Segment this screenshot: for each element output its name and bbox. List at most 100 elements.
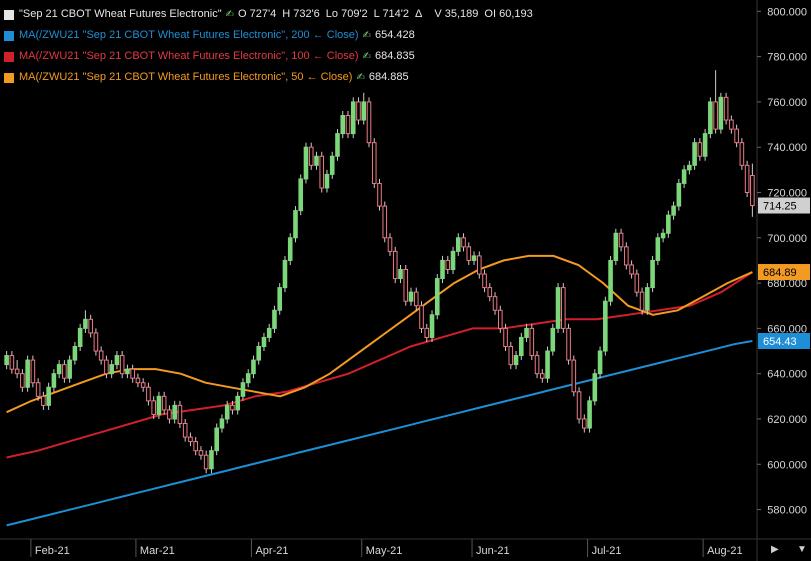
ma100-swatch bbox=[4, 51, 14, 62]
x-tick-label: Aug-21 bbox=[707, 545, 742, 557]
y-tick-label: 700.000 bbox=[767, 233, 807, 245]
candle-body bbox=[708, 101, 713, 135]
candle-body bbox=[639, 291, 645, 311]
candle-body bbox=[324, 173, 330, 189]
hand-icon[interactable]: ✍ bbox=[363, 46, 371, 67]
candle-body bbox=[151, 400, 156, 415]
hand-icon[interactable]: ✍ bbox=[363, 25, 371, 46]
candle-body bbox=[224, 404, 230, 420]
candle-body bbox=[618, 232, 624, 248]
candle-body bbox=[272, 309, 277, 329]
candle-body bbox=[198, 450, 204, 456]
volume-value: V 35,189 bbox=[434, 8, 479, 20]
symbol-color-swatch bbox=[4, 9, 14, 20]
candle-body bbox=[524, 327, 529, 338]
candle-body bbox=[371, 142, 377, 184]
candle-body bbox=[104, 359, 109, 375]
candle-body bbox=[35, 382, 41, 397]
ma50-swatch bbox=[4, 72, 14, 83]
hand-icon[interactable]: ✍ bbox=[356, 67, 364, 88]
low-value: Lo 709'2 bbox=[325, 8, 368, 20]
chart-legend: "Sep 21 CBOT Wheat Futures Electronic" ✍… bbox=[4, 4, 533, 88]
candle-body bbox=[455, 237, 461, 252]
candle-body bbox=[540, 373, 545, 379]
candle-body bbox=[592, 373, 598, 402]
candle-body bbox=[308, 146, 314, 166]
candle-body bbox=[750, 175, 755, 207]
ma200-price-tag-label: 654.43 bbox=[763, 336, 797, 348]
y-tick-label: 740.000 bbox=[767, 142, 807, 154]
candle-body bbox=[41, 395, 46, 406]
candle-body bbox=[240, 382, 246, 397]
scroll-down-icon[interactable]: ▼ bbox=[797, 544, 807, 555]
candle-body bbox=[298, 178, 304, 212]
candle-body bbox=[30, 359, 36, 384]
y-tick-label: 600.000 bbox=[767, 459, 807, 471]
candle-body bbox=[77, 327, 83, 348]
candle-body bbox=[377, 182, 382, 207]
ma50-label[interactable]: MA(/ZWU21 "Sep 21 CBOT Wheat Futures Ele… bbox=[19, 67, 352, 88]
candle-body bbox=[429, 314, 435, 338]
candle-body bbox=[188, 436, 193, 443]
hand-icon[interactable]: ✍ bbox=[226, 4, 234, 25]
ma100-label[interactable]: MA(/ZWU21 "Sep 21 CBOT Wheat Futures Ele… bbox=[19, 46, 359, 67]
ma100-row: MA(/ZWU21 "Sep 21 CBOT Wheat Futures Ele… bbox=[4, 46, 533, 67]
y-tick-label: 800.000 bbox=[767, 6, 807, 18]
candle-body bbox=[266, 327, 272, 338]
candle-body bbox=[72, 346, 78, 361]
candle-body bbox=[93, 332, 99, 352]
candle-body bbox=[251, 359, 256, 375]
y-tick-label: 580.000 bbox=[767, 505, 807, 517]
candle-body bbox=[739, 142, 745, 166]
candle-body bbox=[203, 454, 209, 470]
candle-body bbox=[83, 318, 88, 329]
candle-body bbox=[476, 255, 482, 275]
candle-body bbox=[214, 427, 219, 452]
candle-body bbox=[655, 237, 661, 261]
candle-body bbox=[440, 259, 445, 280]
x-tick-label: Feb-21 bbox=[35, 545, 70, 557]
candle-body bbox=[130, 368, 135, 379]
candle-body bbox=[261, 336, 267, 347]
candle-body bbox=[571, 359, 577, 393]
candle-body bbox=[314, 155, 319, 166]
ma50-line bbox=[6, 254, 753, 414]
candle-body bbox=[555, 287, 561, 329]
candle-body bbox=[566, 327, 571, 361]
candle-body bbox=[650, 259, 655, 289]
ma200-label[interactable]: MA(/ZWU21 "Sep 21 CBOT Wheat Futures Ele… bbox=[19, 25, 359, 46]
candle-body bbox=[723, 96, 729, 121]
candle-body bbox=[508, 346, 514, 366]
scroll-right-icon[interactable]: ▶ bbox=[771, 544, 779, 555]
candle-body bbox=[597, 350, 603, 375]
candle-body bbox=[245, 373, 251, 384]
ma200-line bbox=[6, 340, 753, 527]
candle-body bbox=[487, 287, 493, 298]
candle-body bbox=[67, 359, 72, 379]
candle-body bbox=[613, 232, 619, 261]
candle-body bbox=[697, 142, 703, 157]
candle-body bbox=[398, 269, 403, 280]
y-tick-label: 640.000 bbox=[767, 369, 807, 381]
candle-body bbox=[177, 404, 183, 425]
candle-body bbox=[587, 400, 592, 429]
candle-body bbox=[88, 318, 93, 334]
candle-body bbox=[403, 269, 409, 302]
ma50-price-tag-label: 684.89 bbox=[763, 267, 797, 279]
x-tick-label: May-21 bbox=[366, 545, 403, 557]
candle-body bbox=[329, 155, 335, 175]
candle-body bbox=[702, 133, 708, 157]
delta-label: Δ bbox=[415, 8, 423, 20]
candle-body bbox=[671, 205, 676, 216]
candle-body bbox=[634, 273, 640, 293]
candle-body bbox=[450, 250, 456, 271]
candle-body bbox=[340, 115, 346, 135]
candle-body bbox=[534, 355, 540, 375]
candle-body bbox=[9, 355, 15, 370]
candle-body bbox=[146, 386, 151, 402]
candle-body bbox=[182, 423, 188, 438]
candle-body bbox=[303, 146, 309, 180]
ma200-row: MA(/ZWU21 "Sep 21 CBOT Wheat Futures Ele… bbox=[4, 25, 533, 46]
y-tick-label: 780.000 bbox=[767, 52, 807, 64]
symbol-label[interactable]: "Sep 21 CBOT Wheat Futures Electronic" bbox=[19, 4, 222, 25]
